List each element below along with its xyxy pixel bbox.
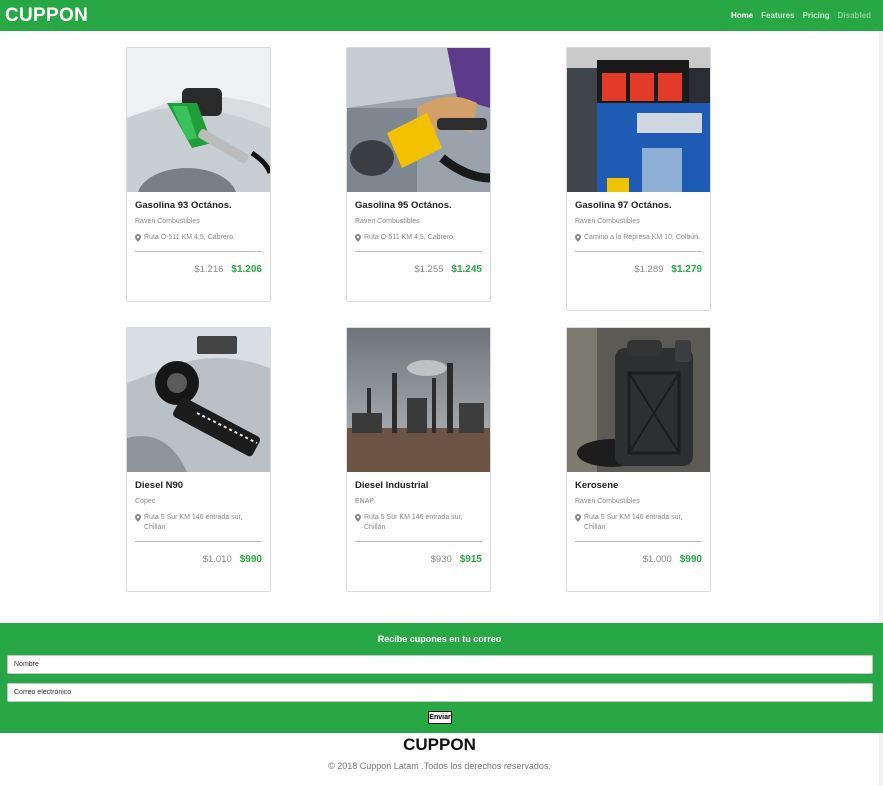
- product-address: Ruta 5 Sur KM 146 entrada sur, Chillán: [355, 513, 482, 533]
- nav-link-features[interactable]: Features: [761, 11, 794, 20]
- product-address: Camino a la Represa KM 10, Colbún.: [575, 233, 702, 243]
- product-vendor: Raven Combustibles: [575, 218, 640, 225]
- product-address: Ruta O-511 KM 4,5, Cabrero.: [355, 233, 482, 243]
- product-address: Ruta 5 Sur KM 146 entrada sur, Chillán: [135, 513, 262, 533]
- location-pin-icon: [355, 514, 361, 522]
- product-prices: $930 $915: [347, 542, 490, 573]
- location-pin-icon: [575, 234, 581, 242]
- nav-link-disabled: Disabled: [837, 11, 871, 20]
- price-old: $930: [430, 554, 452, 565]
- product-prices: $1.255 $1.245: [347, 252, 490, 283]
- product-address: Ruta O-511 KM 4,5, Cabrero.: [135, 233, 262, 243]
- price-old: $1.010: [202, 554, 232, 565]
- location-pin-icon: [355, 234, 361, 242]
- product-title: Kerosene: [575, 480, 619, 491]
- product-card[interactable]: Diesel Industrial ENAP Ruta 5 Sur KM 146…: [346, 327, 491, 592]
- product-address-text: Ruta 5 Sur KM 146 entrada sur, Chillán: [144, 514, 243, 531]
- email-field[interactable]: [7, 683, 873, 702]
- fuel-nozzle-green-photo: [127, 48, 270, 192]
- price-old: $1.216: [194, 264, 224, 275]
- price-new: $1.245: [451, 264, 482, 275]
- product-card[interactable]: Diesel N90 Copec Ruta 5 Sur KM 146 entra…: [126, 327, 271, 592]
- fuel-pump-display-photo: [567, 48, 710, 192]
- product-title: Diesel N90: [135, 480, 184, 491]
- name-field[interactable]: [7, 655, 873, 674]
- price-new: $1.206: [231, 264, 262, 275]
- refinery-photo: [347, 328, 490, 472]
- product-title: Diesel Industrial: [355, 480, 429, 491]
- product-prices: $1.010 $990: [127, 542, 270, 573]
- product-title: Gasolina 97 Octános.: [575, 200, 672, 211]
- price-new: $915: [459, 554, 482, 565]
- product-card[interactable]: Kerosene Raven Combustibles Ruta 5 Sur K…: [566, 327, 711, 592]
- navbar: CUPPON Home Features Pricing Disabled: [0, 0, 883, 31]
- price-old: $1.289: [634, 264, 664, 275]
- subscribe-title: Recibe cupones en tu correo: [377, 634, 502, 644]
- location-pin-icon: [575, 514, 581, 522]
- product-card[interactable]: Gasolina 97 Octános. Raven Combustibles …: [566, 47, 711, 311]
- price-new: $1.279: [671, 264, 702, 275]
- product-vendor: Raven Combustibles: [575, 498, 640, 505]
- submit-button[interactable]: Enviar: [428, 711, 452, 724]
- product-address-text: Ruta 5 Sur KM 146 entrada sur, Chillán: [364, 514, 463, 531]
- diesel-nozzle-photo: [127, 328, 270, 472]
- product-card[interactable]: Gasolina 93 Octános. Raven Combustibles …: [126, 47, 271, 302]
- nav-link-home[interactable]: Home: [731, 11, 753, 20]
- product-address-text: Ruta 5 Sur KM 146 entrada sur, Chillán: [584, 514, 683, 531]
- product-prices: $1.216 $1.206: [127, 252, 270, 283]
- nav-link-pricing[interactable]: Pricing: [803, 11, 830, 20]
- fuel-nozzle-yellow-photo: [347, 48, 490, 192]
- price-old: $1.255: [414, 264, 444, 275]
- product-prices: $1.000 $990: [567, 542, 710, 573]
- product-vendor: Raven Combustibles: [135, 218, 200, 225]
- product-prices: $1.289 $1.279: [567, 252, 710, 283]
- location-pin-icon: [135, 234, 141, 242]
- product-address-text: Camino a la Represa KM 10, Colbún.: [584, 234, 700, 241]
- product-title: Gasolina 95 Octános.: [355, 200, 452, 211]
- price-new: $990: [679, 554, 702, 565]
- price-new: $990: [239, 554, 262, 565]
- price-old: $1.000: [642, 554, 672, 565]
- product-vendor: Raven Combustibles: [355, 218, 420, 225]
- product-address-text: Ruta O-511 KM 4,5, Cabrero.: [144, 234, 235, 241]
- brand-logo[interactable]: CUPPON: [5, 5, 88, 27]
- product-vendor: Copec: [135, 498, 156, 505]
- product-address-text: Ruta O-511 KM 4,5, Cabrero.: [364, 234, 455, 241]
- product-vendor: ENAP: [355, 498, 375, 505]
- product-title: Gasolina 93 Octános.: [135, 200, 232, 211]
- product-address: Ruta 5 Sur KM 146 entrada sur, Chillán: [575, 513, 702, 533]
- footer-copyright: © 2018 Cuppon Latam .Todos los derechos …: [328, 761, 551, 771]
- subscribe-section: Recibe cupones en tu correo Enviar: [0, 623, 883, 733]
- product-card[interactable]: Gasolina 95 Octános. Raven Combustibles …: [346, 47, 491, 302]
- location-pin-icon: [135, 514, 141, 522]
- footer-logo: CUPPON: [403, 735, 476, 754]
- jerrycan-photo: [567, 328, 710, 472]
- nav-links: Home Features Pricing Disabled: [731, 11, 871, 20]
